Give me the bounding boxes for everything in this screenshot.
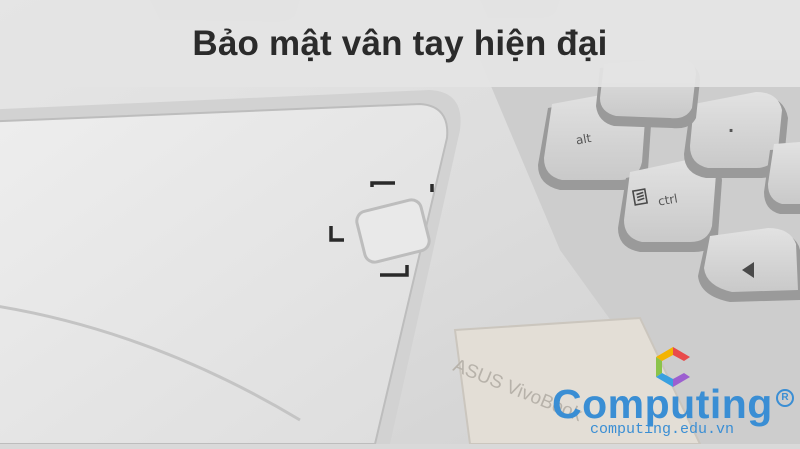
title-banner: Bảo mật vân tay hiện đại (0, 0, 800, 87)
period-key-label: . (728, 117, 734, 136)
registered-mark: R (776, 389, 794, 407)
watermark-url: computing.edu.vn (590, 421, 735, 438)
alt-key-label: alt (575, 131, 593, 148)
banner-title: Bảo mật vân tay hiện đại (192, 23, 608, 63)
arrow-left-key[interactable] (698, 228, 800, 302)
computing-watermark: Computing R computing.edu.vn (552, 345, 797, 441)
